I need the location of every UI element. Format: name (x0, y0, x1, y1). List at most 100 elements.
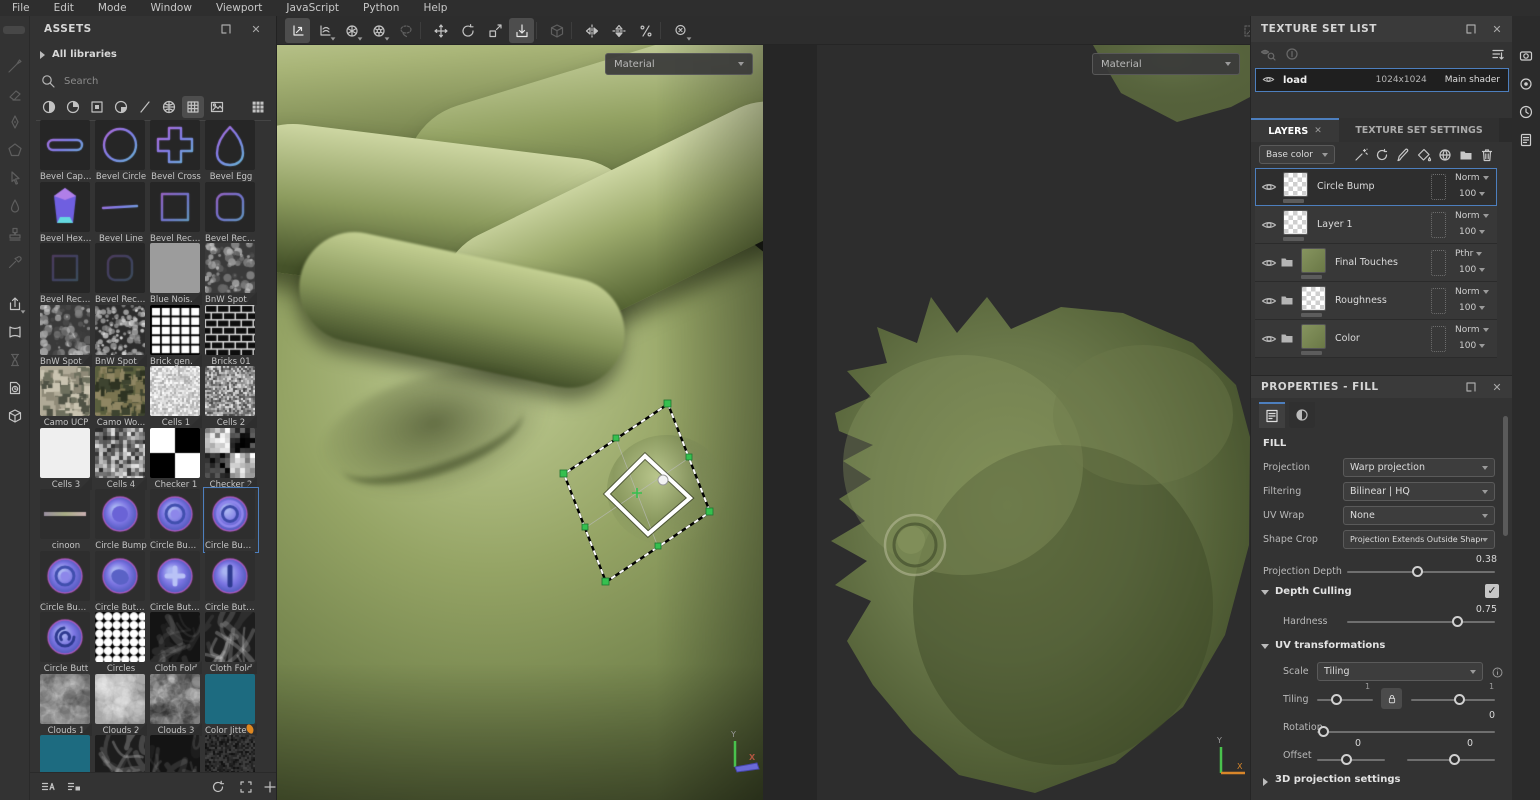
close-panel-button[interactable]: ✕ (1489, 21, 1505, 37)
asset-bevel-rect[interactable]: Bevel Rect... (95, 243, 147, 305)
asset-thumbnail[interactable] (40, 182, 90, 232)
slider-knob[interactable] (1412, 566, 1423, 577)
asset-thumbnail[interactable] (205, 305, 255, 355)
smudge-select-tool[interactable] (3, 166, 27, 190)
asset-cells-2[interactable]: Cells 2 (205, 366, 257, 428)
menu-help[interactable]: Help (411, 0, 459, 16)
eye-icon[interactable] (1261, 255, 1277, 275)
scale-dropdown[interactable]: Tiling (1317, 662, 1483, 681)
asset-thumbnail[interactable] (150, 366, 200, 416)
menu-viewport[interactable]: Viewport (204, 0, 274, 16)
clock-panel-button[interactable] (1516, 102, 1536, 122)
tiling-lock-button[interactable] (1381, 688, 1402, 709)
pending-tool[interactable] (3, 348, 27, 372)
viewport-3d[interactable]: Material Y X (277, 45, 763, 800)
asset-thumbnail[interactable] (40, 243, 90, 293)
asset-thumbnail[interactable] (150, 182, 200, 232)
offset-x-slider[interactable] (1317, 754, 1385, 766)
history-document-tool[interactable] (3, 376, 27, 400)
asset-cells-4[interactable]: Cells 4 (95, 428, 147, 490)
mirror-x-toggle[interactable] (579, 18, 604, 43)
scale-tool[interactable] (482, 18, 507, 43)
asset-color-jitter[interactable]: Color Jitter... (205, 674, 257, 736)
clone-stamp-tool[interactable] (3, 222, 27, 246)
transform-tool[interactable] (285, 18, 310, 43)
projection-gizmo[interactable] (277, 45, 763, 800)
expand-icon[interactable] (1263, 778, 1268, 786)
info-icon[interactable] (1491, 664, 1504, 683)
asset-brick-gene[interactable]: Brick gene... (150, 305, 202, 367)
asset-thumbnail[interactable] (95, 674, 145, 724)
asset-cinoon[interactable]: cinoon (40, 489, 92, 551)
asset-thumbnail[interactable] (95, 551, 145, 601)
layer-thumbnail[interactable] (1283, 172, 1308, 197)
asset-bnw-spots-1[interactable]: BnW Spots 1 (205, 243, 257, 305)
asset-thumbnail[interactable] (150, 305, 200, 355)
asset-circle-bum[interactable]: Circle Bum... (150, 489, 202, 551)
slider-knob[interactable] (1449, 754, 1460, 765)
asset-thumbnail[interactable] (95, 366, 145, 416)
layer-mask-slot[interactable] (1431, 250, 1446, 276)
asset-bnw-spots-3[interactable]: BnW Spots 3 (95, 305, 147, 367)
filtering-dropdown[interactable]: Bilinear | HQ (1343, 482, 1495, 501)
asset-cloth-fold[interactable]: Cloth Fold (150, 612, 202, 674)
offset-y-slider[interactable] (1407, 754, 1495, 766)
menu-edit[interactable]: Edit (42, 0, 86, 16)
bucket-button[interactable] (1414, 145, 1434, 165)
symmetry-ratio-toggle[interactable] (633, 18, 658, 43)
projection-stencil-tool[interactable] (366, 18, 391, 43)
camview-panel-button[interactable] (1516, 46, 1536, 66)
stencil-tool[interactable] (339, 18, 364, 43)
menu-python[interactable]: Python (351, 0, 411, 16)
layer-opacity-dropdown[interactable]: 100 (1459, 189, 1485, 199)
asset-circle-bum[interactable]: Circle Bum... (40, 551, 92, 613)
asset-thumbnail[interactable] (150, 612, 200, 662)
asset-thumbnail[interactable] (150, 428, 200, 478)
zoom-reset-button[interactable] (668, 18, 693, 43)
asset-thumbnail[interactable] (95, 243, 145, 293)
asset-cloth-fold[interactable]: Cloth Fold (205, 612, 257, 674)
solo-button[interactable] (1283, 45, 1301, 63)
projection-dropdown[interactable]: Warp projection (1343, 458, 1495, 477)
asset-blue-noise[interactable]: Blue Noise... (150, 243, 202, 305)
refresh-button[interactable] (208, 777, 228, 797)
eye-icon[interactable] (1261, 293, 1277, 313)
layer-blend-dropdown[interactable]: Pthr (1455, 249, 1482, 259)
asset-thumbnail[interactable] (205, 551, 255, 601)
paint-button[interactable] (1393, 145, 1413, 165)
close-tab-icon[interactable]: ✕ (1314, 126, 1322, 136)
texture-set-row[interactable]: load 1024x1024 Main shader (1255, 68, 1509, 92)
asset-cells-1[interactable]: Cells 1 (150, 366, 202, 428)
asset-camo-wo[interactable]: Camo Wo... (95, 366, 147, 428)
slider-knob[interactable] (1331, 694, 1342, 705)
layer-thumbnail[interactable] (1283, 210, 1308, 235)
asset-thumbnail[interactable] (40, 489, 90, 539)
layer-row-layer-1[interactable]: Layer 1Norm100 (1255, 206, 1497, 244)
layer-blend-dropdown[interactable]: Norm (1455, 325, 1489, 335)
lasso-tool[interactable] (393, 18, 418, 43)
filterlist-button[interactable] (1489, 45, 1507, 63)
asset-bnw-spots-2[interactable]: BnW Spots 2 (40, 305, 92, 367)
lista-button[interactable] (38, 777, 58, 797)
material-mode-dropdown-2d[interactable]: Material (1092, 53, 1240, 75)
paint-tool[interactable] (3, 54, 27, 78)
asset-thumbnail[interactable] (40, 674, 90, 724)
slider-knob[interactable] (1341, 754, 1352, 765)
tiling-y-slider[interactable] (1411, 694, 1495, 706)
tab-fill-properties[interactable] (1259, 402, 1285, 428)
asset-thumbnail[interactable] (95, 305, 145, 355)
move-tool[interactable] (428, 18, 453, 43)
trash-button[interactable] (1477, 145, 1497, 165)
asset-bevel-egg[interactable]: Bevel Egg (205, 120, 257, 182)
layer-thumbnail[interactable] (1301, 248, 1326, 273)
eraser-tool[interactable] (3, 82, 27, 106)
dock-panel-button[interactable] (1463, 21, 1479, 37)
material-mode-dropdown-3d[interactable]: Material (605, 53, 753, 75)
asset-thumbnail[interactable] (150, 489, 200, 539)
world-button[interactable] (1435, 145, 1455, 165)
layer-mask-slot[interactable] (1431, 212, 1446, 238)
export-tool[interactable] (3, 292, 27, 316)
asset-bevel-rect[interactable]: Bevel Rect... (40, 243, 92, 305)
folder-button[interactable] (1456, 145, 1476, 165)
asset-circle-bum[interactable]: Circle Bum... (205, 489, 257, 551)
